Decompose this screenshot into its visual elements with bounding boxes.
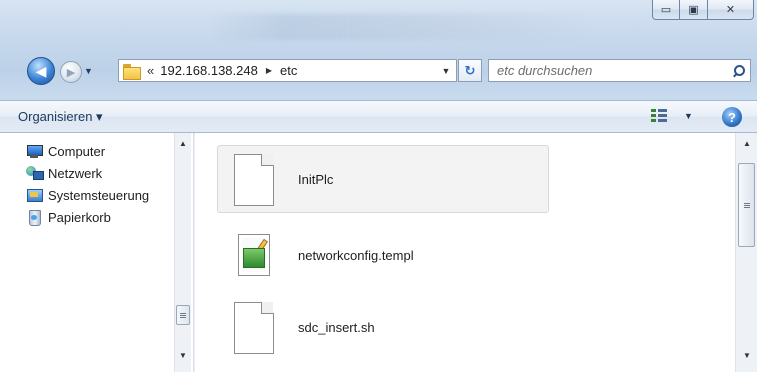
- generic-file-icon: [232, 152, 276, 206]
- address-dropdown-button[interactable]: ▼: [436, 66, 456, 76]
- generic-file-icon: [232, 300, 276, 354]
- file-item-sdc-insert[interactable]: sdc_insert.sh: [217, 293, 549, 361]
- view-options-dropdown[interactable]: ▼: [684, 111, 693, 121]
- breadcrumb-etc[interactable]: etc: [280, 63, 297, 78]
- navigation-bar: ◀ ▶ ▼ « 192.168.138.248 ▶ etc ▼ ↻ etc du…: [0, 56, 757, 85]
- address-bar[interactable]: « 192.168.138.248 ▶ etc ▼: [118, 59, 457, 82]
- nav-item-label: Computer: [48, 143, 106, 159]
- file-item-initplc[interactable]: InitPlc: [217, 145, 549, 213]
- nav-item-control-panel[interactable]: Systemsteuerung: [26, 185, 174, 205]
- control-panel-icon: [26, 187, 43, 203]
- scrollbar-thumb[interactable]: [738, 163, 755, 247]
- breadcrumb-host[interactable]: 192.168.138.248: [160, 63, 258, 78]
- nav-item-label: Systemsteuerung: [48, 187, 150, 203]
- nav-item-computer[interactable]: Computer: [26, 141, 174, 161]
- file-list: InitPlc networkconfig.templ sdc_insert.s…: [195, 133, 735, 372]
- window-caption-buttons: ▭ ▣ ✕: [652, 0, 754, 22]
- scroll-down-arrow-icon[interactable]: ▼: [179, 351, 187, 360]
- nav-item-label: Netzwerk: [48, 165, 103, 181]
- close-button[interactable]: ✕: [708, 0, 754, 20]
- scroll-up-arrow-icon[interactable]: ▲: [743, 139, 751, 148]
- navigation-pane-scrollbar[interactable]: ▲ ▼: [174, 133, 191, 372]
- file-name: networkconfig.templ: [298, 247, 414, 263]
- maximize-button[interactable]: ▣: [680, 0, 708, 20]
- minimize-button[interactable]: ▭: [652, 0, 680, 20]
- search-icon[interactable]: [732, 64, 745, 77]
- file-name: InitPlc: [298, 171, 334, 187]
- navigation-pane: Computer Netzwerk Systemsteuerung Papier…: [0, 133, 194, 372]
- forward-button[interactable]: ▶: [60, 61, 82, 83]
- nav-item-recycle-bin[interactable]: Papierkorb: [26, 207, 174, 227]
- recent-pages-dropdown[interactable]: ▼: [84, 66, 93, 76]
- back-button[interactable]: ◀: [27, 57, 55, 85]
- refresh-button[interactable]: ↻: [458, 59, 482, 82]
- organize-button[interactable]: Organisieren ▾: [18, 109, 103, 125]
- search-input[interactable]: etc durchsuchen: [488, 59, 751, 82]
- change-view-icon[interactable]: [651, 109, 669, 125]
- nav-item-network[interactable]: Netzwerk: [26, 163, 174, 183]
- breadcrumb-separator-arrow-icon[interactable]: ▶: [266, 66, 272, 75]
- network-icon: [26, 165, 44, 181]
- file-name: sdc_insert.sh: [298, 319, 375, 335]
- template-file-icon: [232, 228, 276, 282]
- computer-icon: [26, 143, 43, 159]
- nav-item-label: Papierkorb: [48, 209, 111, 225]
- address-overflow-chevrons[interactable]: «: [147, 63, 154, 78]
- scroll-up-arrow-icon[interactable]: ▲: [179, 139, 187, 148]
- help-icon[interactable]: ?: [722, 107, 742, 127]
- scrollbar-thumb[interactable]: [176, 305, 190, 325]
- recycle-bin-icon: [26, 209, 42, 226]
- file-list-scrollbar[interactable]: ▲ ▼: [735, 133, 757, 372]
- command-toolbar: Organisieren ▾ ▼ ?: [0, 100, 757, 133]
- search-placeholder: etc durchsuchen: [497, 63, 593, 78]
- window-frame: [0, 0, 757, 100]
- file-item-networkconfig[interactable]: networkconfig.templ: [217, 221, 549, 289]
- folder-icon: [123, 63, 141, 80]
- scroll-down-arrow-icon[interactable]: ▼: [743, 351, 751, 360]
